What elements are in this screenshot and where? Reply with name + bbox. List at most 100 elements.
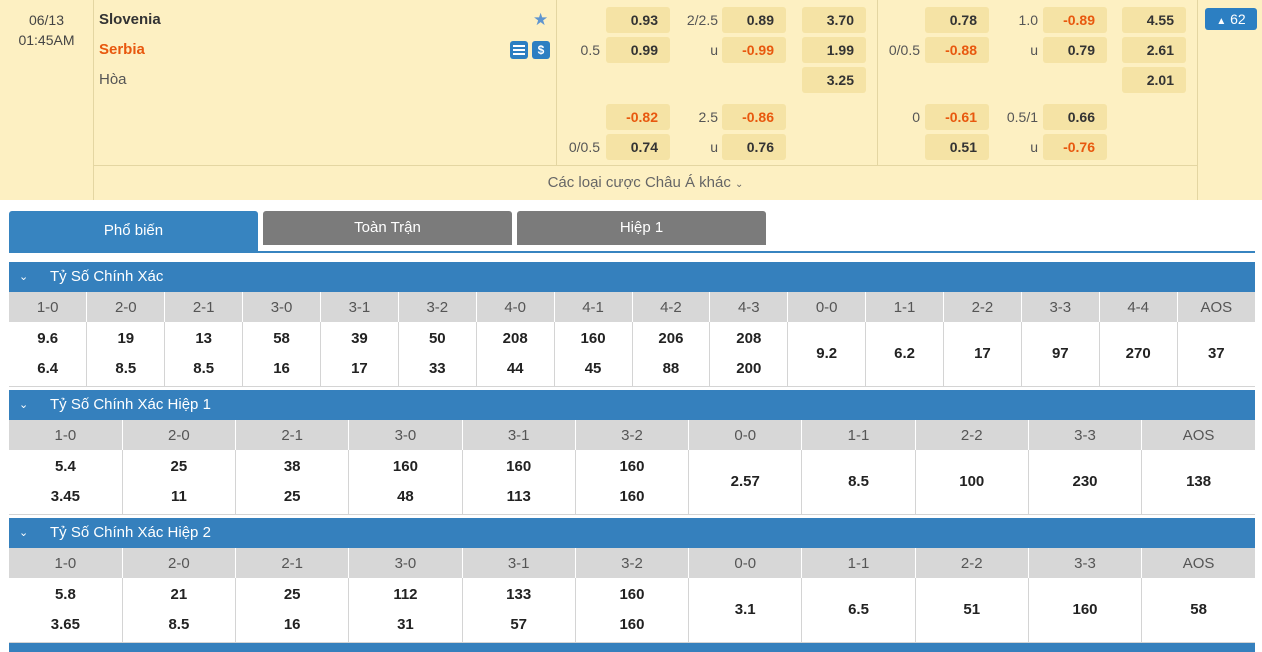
odds-value[interactable]: 160 [349, 452, 461, 482]
odds-value[interactable]: 44 [477, 354, 554, 384]
tab-popular[interactable]: Phổ biến [9, 211, 258, 251]
odds-value[interactable]: 160 [463, 452, 575, 482]
odds-value[interactable]: 160 [576, 482, 688, 512]
odds-value[interactable]: 113 [463, 482, 575, 512]
odds-h1-1x2-draw[interactable]: 2.01 [1122, 67, 1186, 93]
odds-h1-hdp-away[interactable]: -0.88 [925, 37, 989, 63]
odds-value[interactable]: 208 [710, 324, 787, 354]
odds-1x2-away[interactable]: 1.99 [802, 37, 866, 63]
score-label: 3-2 [398, 292, 477, 322]
odds-h1-alt-over[interactable]: 0.66 [1043, 104, 1107, 130]
odds-hdp-away[interactable]: 0.99 [606, 37, 670, 63]
odds-alt-hdp-home[interactable]: -0.82 [606, 104, 670, 130]
odds-alt-hdp-away[interactable]: 0.74 [606, 134, 670, 160]
odds-value[interactable]: 97 [1052, 345, 1069, 362]
more-bets-button[interactable]: Các loại cược Châu Á khác ⌄ [93, 168, 1198, 200]
odds-value[interactable]: 25 [123, 452, 235, 482]
odds-value[interactable]: 11 [123, 482, 235, 512]
section-header[interactable]: ⌄ Tỷ Số Chính Xác Hiệp 1 [9, 390, 1255, 420]
odds-value[interactable]: 16 [236, 610, 348, 640]
odds-h1-1x2-away[interactable]: 2.61 [1122, 37, 1186, 63]
odds-value[interactable]: 45 [555, 354, 632, 384]
odds-1x2-home[interactable]: 3.70 [802, 7, 866, 33]
odds-value[interactable]: 50 [399, 324, 476, 354]
dollar-icon[interactable]: $ [532, 41, 550, 59]
stats-icon[interactable] [510, 41, 528, 59]
odds-value[interactable]: 39 [321, 324, 398, 354]
odds-value[interactable]: 6.2 [894, 345, 915, 362]
odds-h1-over[interactable]: -0.89 [1043, 7, 1107, 33]
odds-value[interactable]: 17 [974, 345, 991, 362]
odds-value[interactable]: 48 [349, 482, 461, 512]
odds-hdp-home[interactable]: 0.93 [606, 7, 670, 33]
odds-value[interactable]: 16 [243, 354, 320, 384]
odds-h1-alt-hdp-away[interactable]: 0.51 [925, 134, 989, 160]
odds-value[interactable]: 208 [477, 324, 554, 354]
odds-value[interactable]: 200 [710, 354, 787, 384]
odds-value[interactable]: 13 [165, 324, 242, 354]
odds-under[interactable]: -0.99 [722, 37, 786, 63]
odds-value[interactable]: 8.5 [87, 354, 164, 384]
odds-value[interactable]: 5.8 [9, 580, 122, 610]
odds-over[interactable]: 0.89 [722, 7, 786, 33]
odds-value[interactable]: 5.4 [9, 452, 122, 482]
odds-value[interactable]: 21 [123, 580, 235, 610]
odds-value[interactable]: 6.5 [848, 601, 869, 618]
odds-value[interactable]: 112 [349, 580, 461, 610]
odds-value[interactable]: 230 [1073, 473, 1098, 490]
odds-value[interactable]: 3.45 [9, 482, 122, 512]
odds-value[interactable]: 58 [243, 324, 320, 354]
more-markets-badge[interactable]: ▲ 62 [1205, 8, 1257, 30]
odds-value[interactable]: 2.57 [731, 473, 760, 490]
odds-value[interactable]: 25 [236, 482, 348, 512]
section-header[interactable]: ⌄ Tỷ Số Chính Xác Hiệp 2 [9, 518, 1255, 548]
odds-1x2-draw[interactable]: 3.25 [802, 67, 866, 93]
odds-value[interactable]: 8.5 [848, 473, 869, 490]
star-icon[interactable]: ★ [533, 10, 548, 30]
odds-value[interactable]: 33 [399, 354, 476, 384]
odds-value[interactable]: 138 [1186, 473, 1211, 490]
score-odds-cell: 5.4 3.45 [9, 450, 123, 515]
odds-h1-alt-hdp-home[interactable]: -0.61 [925, 104, 989, 130]
odds-value[interactable]: 19 [87, 324, 164, 354]
odds-alt-under[interactable]: 0.76 [722, 134, 786, 160]
home-team[interactable]: Slovenia [99, 10, 161, 30]
odds-value[interactable]: 25 [236, 580, 348, 610]
odds-value[interactable]: 100 [959, 473, 984, 490]
odds-value[interactable]: 31 [349, 610, 461, 640]
odds-value[interactable]: 160 [555, 324, 632, 354]
odds-value[interactable]: 58 [1190, 601, 1207, 618]
score-header-row: 1-0 2-0 2-1 3-0 3-1 3-2 4-0 4-1 4-2 4-3 0-0 1-1 2-2 3… [9, 292, 1255, 322]
tab-first-half[interactable]: Hiệp 1 [517, 211, 766, 245]
odds-value[interactable]: 38 [236, 452, 348, 482]
odds-h1-under[interactable]: 0.79 [1043, 37, 1107, 63]
odds-value[interactable]: 9.2 [816, 345, 837, 362]
odds-value[interactable]: 3.65 [9, 610, 122, 640]
odds-value[interactable]: 206 [633, 324, 710, 354]
away-team[interactable]: Serbia [99, 40, 145, 60]
odds-value[interactable]: 160 [576, 610, 688, 640]
odds-value[interactable]: 9.6 [9, 324, 86, 354]
odds-value[interactable]: 270 [1126, 345, 1151, 362]
odds-value[interactable]: 160 [576, 580, 688, 610]
odds-value[interactable]: 3.1 [735, 601, 756, 618]
odds-value[interactable]: 133 [463, 580, 575, 610]
odds-value[interactable]: 8.5 [165, 354, 242, 384]
odds-value[interactable]: 88 [633, 354, 710, 384]
odds-value[interactable]: 17 [321, 354, 398, 384]
odds-h1-1x2-home[interactable]: 4.55 [1122, 7, 1186, 33]
odds-value[interactable]: 37 [1208, 345, 1225, 362]
tab-full-match[interactable]: Toàn Trận [263, 211, 512, 245]
odds-value[interactable]: 8.5 [123, 610, 235, 640]
odds-value[interactable]: 6.4 [9, 354, 86, 384]
next-section-header[interactable] [9, 643, 1255, 652]
odds-value[interactable]: 57 [463, 610, 575, 640]
odds-value[interactable]: 160 [1073, 601, 1098, 618]
odds-h1-hdp-home[interactable]: 0.78 [925, 7, 989, 33]
odds-value[interactable]: 51 [963, 601, 980, 618]
match-time: 01:45AM [18, 32, 75, 48]
odds-value[interactable]: 160 [576, 452, 688, 482]
odds-alt-over[interactable]: -0.86 [722, 104, 786, 130]
section-header[interactable]: ⌄ Tỷ Số Chính Xác [9, 262, 1255, 292]
odds-h1-alt-under[interactable]: -0.76 [1043, 134, 1107, 160]
